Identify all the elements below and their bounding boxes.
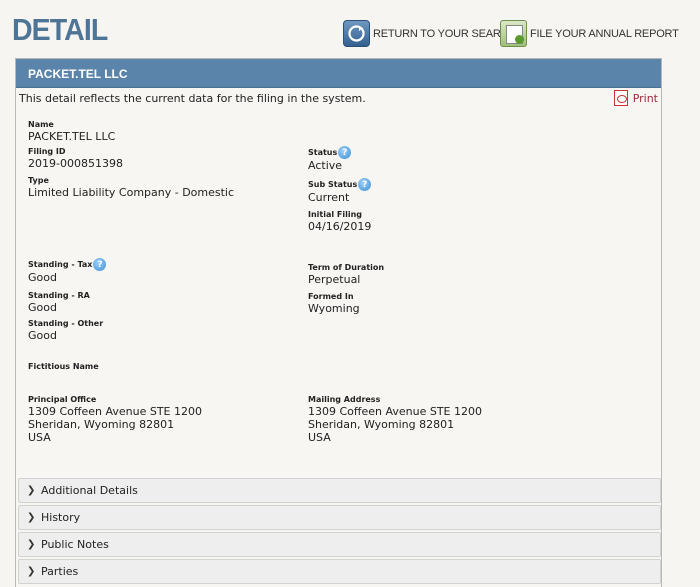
help-icon[interactable]: ?: [338, 146, 352, 159]
entity-name-header: PACKET.TEL LLC: [16, 59, 661, 88]
field-label: Fictitious Name: [28, 362, 99, 371]
page-title: DETAIL: [12, 12, 108, 47]
address-line: Sheridan, Wyoming 82801: [28, 418, 175, 431]
section-additional-details[interactable]: ❯ Additional Details: [18, 478, 661, 503]
field-value: Active: [308, 159, 343, 172]
address-line: USA: [28, 431, 51, 444]
field-value: Good: [28, 329, 57, 342]
type-field: Type Limited Liability Company - Domesti…: [28, 176, 234, 199]
fictitious-name-field: Fictitious Name: [28, 362, 99, 372]
field-value: 2019-000851398: [28, 157, 123, 170]
field-label: Status: [308, 147, 338, 157]
section-parties[interactable]: ❯ Parties: [18, 559, 661, 584]
field-value: Current: [308, 191, 350, 204]
help-icon[interactable]: ?: [93, 258, 107, 271]
initial-filing-field: Initial Filing 04/16/2019: [308, 210, 371, 233]
field-value: PACKET.TEL LLC: [28, 130, 116, 143]
standing-ra-field: Standing - RA Good: [28, 291, 90, 314]
standing-other-field: Standing - Other Good: [28, 319, 103, 342]
field-label: Standing - Other: [28, 319, 104, 328]
field-label: Standing - RA: [28, 291, 90, 300]
annual-report-icon: [500, 20, 527, 47]
field-value: Limited Liability Company - Domestic: [28, 186, 235, 199]
field-label: Term of Duration: [308, 263, 385, 272]
address-line: Sheridan, Wyoming 82801: [308, 418, 455, 431]
section-label: History: [41, 511, 81, 524]
detail-panel: PACKET.TEL LLC This detail reflects the …: [15, 58, 662, 587]
name-field: Name PACKET.TEL LLC: [28, 120, 115, 143]
address-line: 1309 Coffeen Avenue STE 1200: [28, 405, 202, 418]
term-of-duration-field: Term of Duration Perpetual: [308, 263, 384, 286]
return-to-search-button[interactable]: RETURN TO YOUR SEARCH: [343, 20, 516, 47]
status-field: Status? Active: [308, 146, 352, 172]
field-label: Filing ID: [28, 147, 66, 156]
field-label: Type: [28, 176, 49, 185]
field-label: Principal Office: [28, 395, 97, 404]
field-value: Good: [28, 271, 57, 284]
section-history[interactable]: ❯ History: [18, 505, 661, 530]
field-label: Name: [28, 120, 54, 129]
mailing-address-field: Mailing Address 1309 Coffeen Avenue STE …: [308, 395, 482, 444]
address-line: USA: [308, 431, 331, 444]
field-value: Wyoming: [308, 302, 360, 315]
help-icon[interactable]: ?: [358, 178, 372, 191]
field-label: Mailing Address: [308, 395, 381, 404]
return-to-search-label: RETURN TO YOUR SEARCH: [373, 27, 517, 40]
chevron-right-icon: ❯: [27, 539, 36, 550]
filing-id-field: Filing ID 2019-000851398: [28, 147, 123, 170]
print-button[interactable]: Print: [613, 90, 658, 106]
file-annual-report-label: FILE YOUR ANNUAL REPORT: [530, 27, 679, 40]
pdf-icon: [613, 90, 628, 106]
standing-tax-field: Standing - Tax? Good: [28, 258, 107, 284]
field-label: Sub Status: [308, 179, 358, 189]
address-line: 1309 Coffeen Avenue STE 1200: [308, 405, 482, 418]
field-value: Good: [28, 301, 57, 314]
field-label: Formed In: [308, 292, 354, 301]
field-value: Perpetual: [308, 273, 361, 286]
principal-office-field: Principal Office 1309 Coffeen Avenue STE…: [28, 395, 202, 444]
section-public-notes[interactable]: ❯ Public Notes: [18, 532, 661, 557]
refresh-search-icon: [343, 20, 370, 47]
print-label: Print: [632, 91, 658, 105]
chevron-right-icon: ❯: [27, 512, 36, 523]
formed-in-field: Formed In Wyoming: [308, 292, 360, 315]
chevron-right-icon: ❯: [27, 566, 36, 577]
field-label: Standing - Tax: [28, 259, 93, 269]
intro-text: This detail reflects the current data fo…: [19, 92, 366, 105]
field-label: Initial Filing: [308, 210, 363, 219]
file-annual-report-button[interactable]: FILE YOUR ANNUAL REPORT: [500, 20, 679, 47]
sub-status-field: Sub Status? Current: [308, 178, 372, 204]
section-label: Additional Details: [41, 484, 138, 497]
chevron-right-icon: ❯: [27, 485, 36, 496]
section-label: Parties: [41, 565, 79, 578]
field-value: 04/16/2019: [308, 220, 372, 233]
section-label: Public Notes: [41, 538, 109, 551]
